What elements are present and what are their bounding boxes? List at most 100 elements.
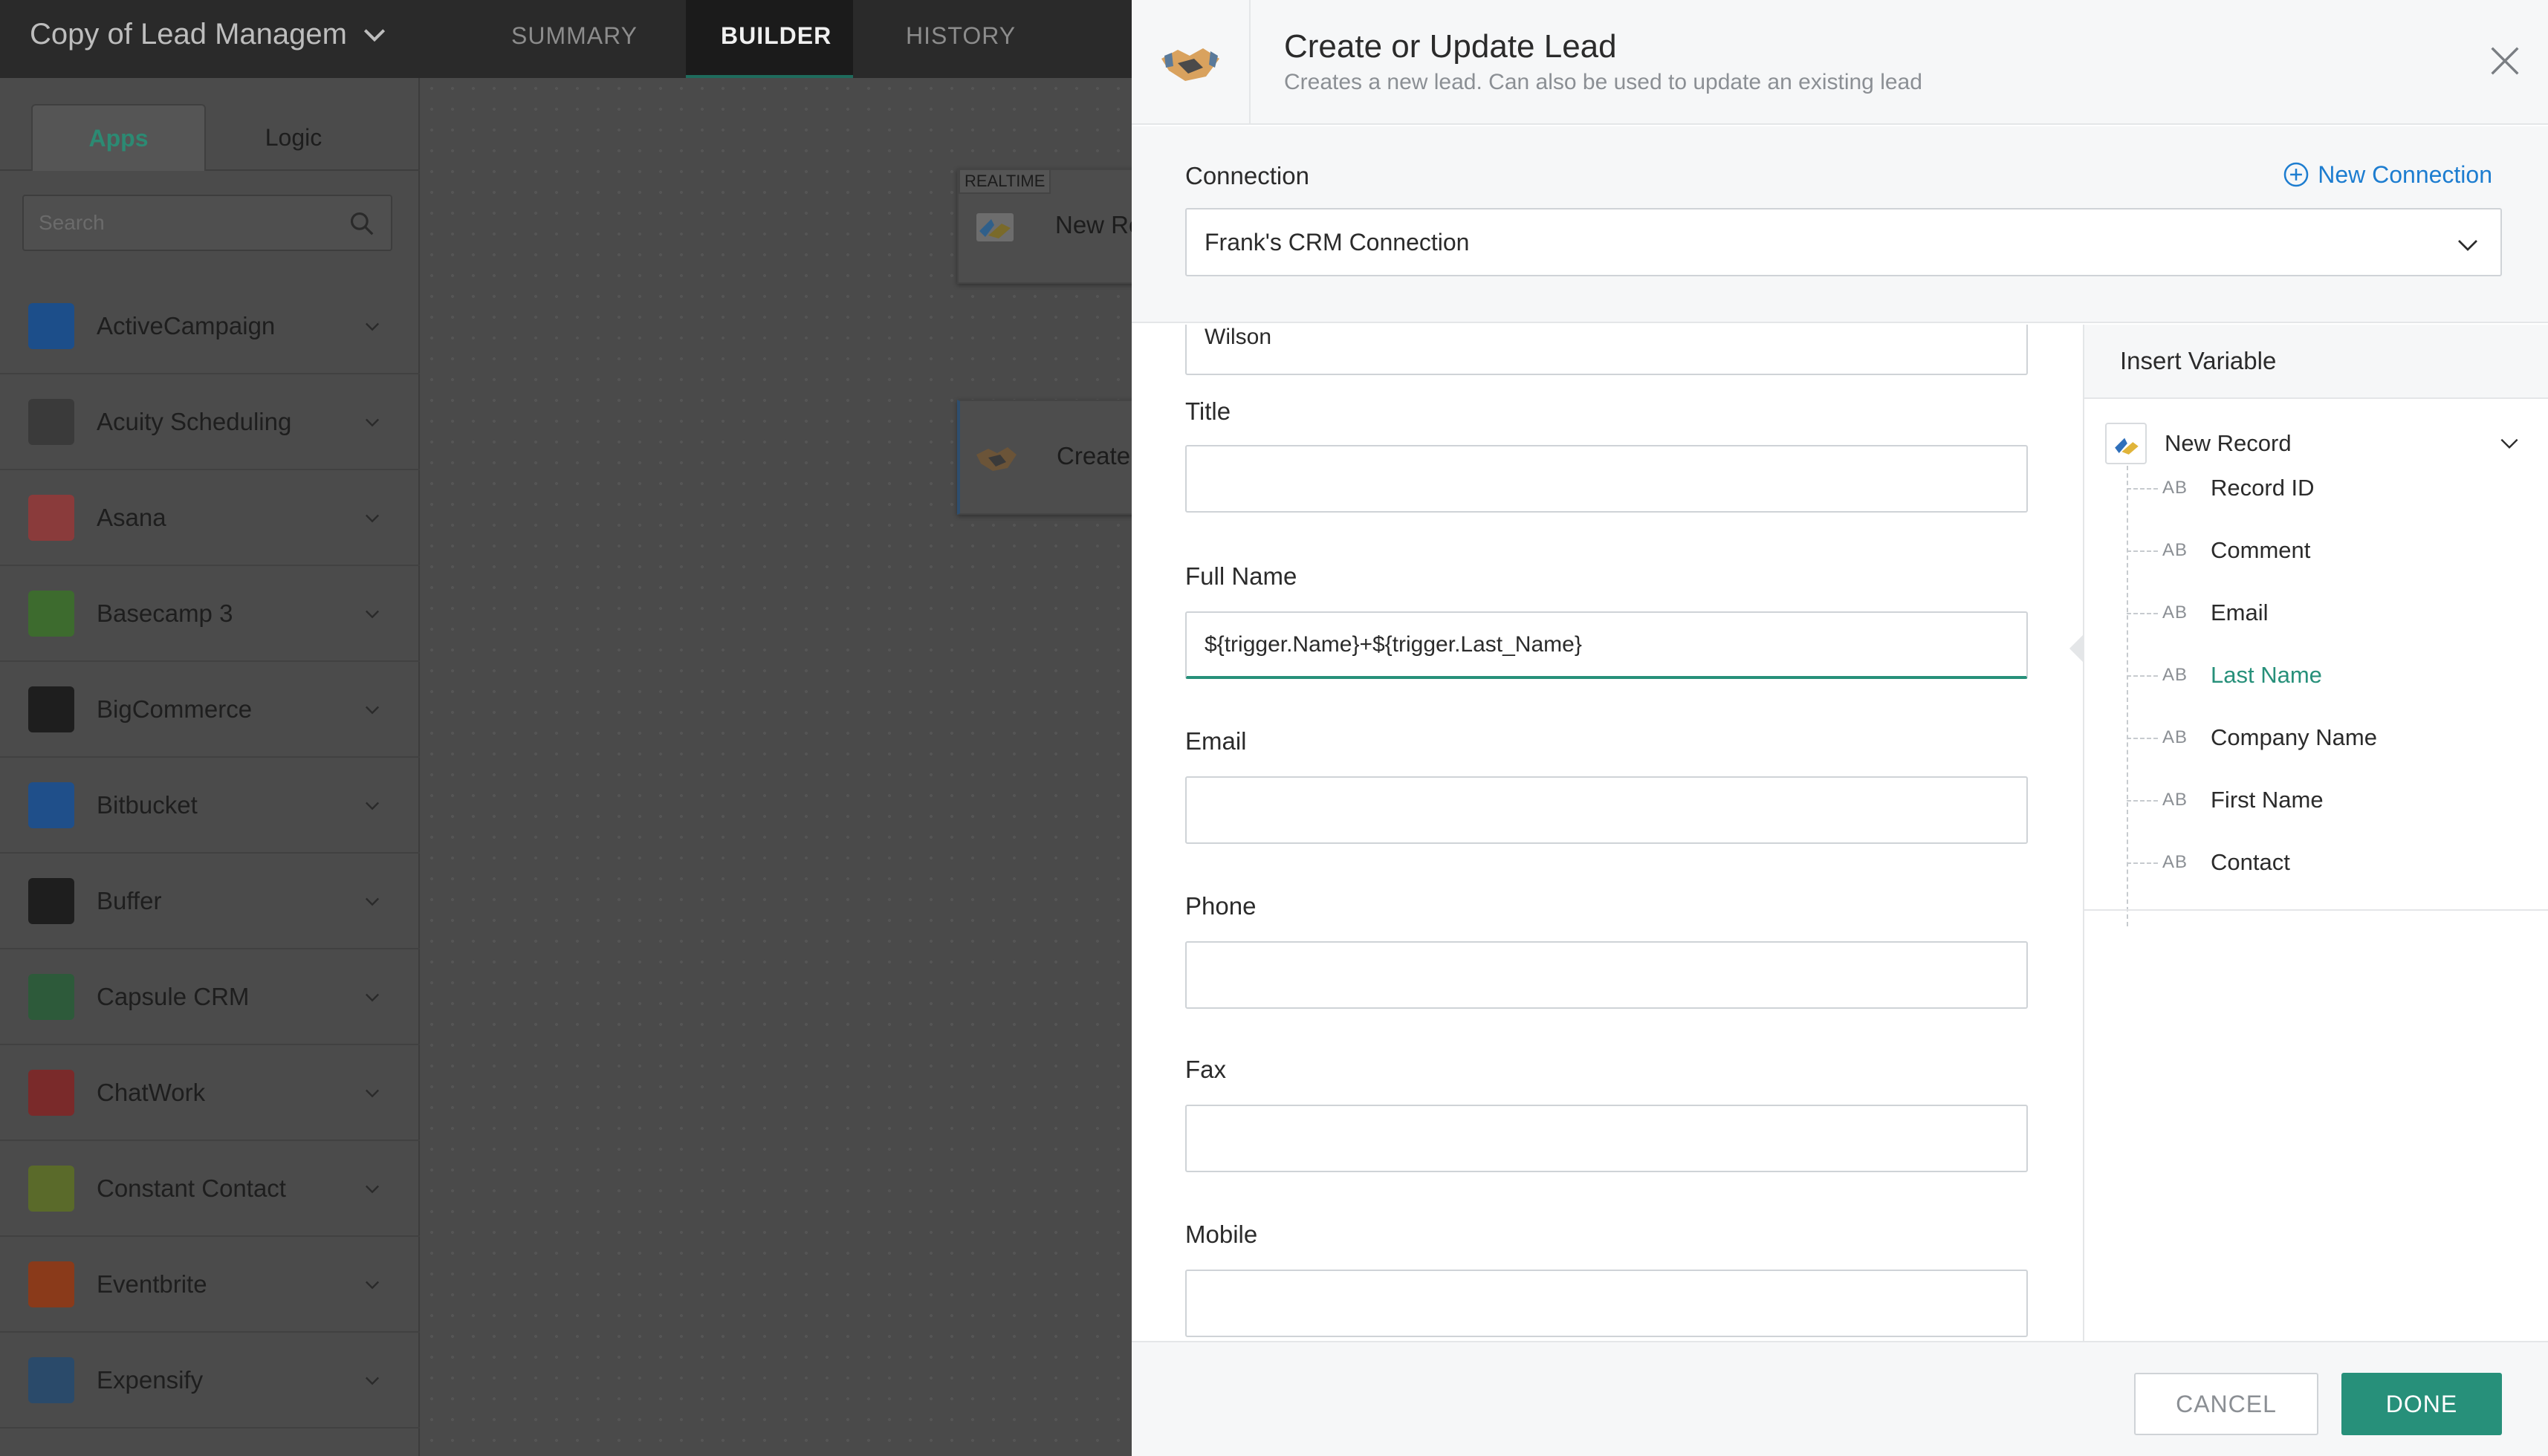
full-name-label: Full Name xyxy=(1185,562,1297,590)
text-type-icon: AB xyxy=(2162,540,2188,560)
chevron-down-icon[interactable] xyxy=(362,795,383,816)
chevron-down-icon xyxy=(2458,240,2477,251)
chevron-down-icon[interactable] xyxy=(362,603,383,624)
text-type-icon: AB xyxy=(2162,602,2188,623)
insert-variable-panel: Insert Variable New Record AB Record ID AB… xyxy=(2069,325,2548,1341)
chevron-down-icon[interactable] xyxy=(362,1274,383,1295)
tree-connector xyxy=(2127,862,2158,864)
variable-item[interactable]: AB Last Name xyxy=(2127,657,2513,695)
app-list-item[interactable]: Asana xyxy=(0,470,420,566)
variable-item[interactable]: AB Company Name xyxy=(2127,720,2513,757)
app-search-box xyxy=(22,195,392,251)
app-list-item[interactable]: Constant Contact xyxy=(0,1141,420,1237)
mobile-input[interactable] xyxy=(1185,1270,2028,1337)
tab-apps[interactable]: Apps xyxy=(31,104,206,171)
chevron-down-icon xyxy=(2500,438,2518,449)
tree-connector xyxy=(2127,738,2158,739)
app-name: Expensify xyxy=(97,1365,204,1394)
app-list-item[interactable]: Expensify xyxy=(0,1333,420,1429)
phone-input[interactable] xyxy=(1185,941,2028,1009)
chevron-down-icon[interactable] xyxy=(362,1178,383,1199)
connection-label: Connection xyxy=(1185,162,1309,189)
variable-name: Contact xyxy=(2211,849,2290,875)
new-connection-link[interactable]: New Connection xyxy=(2282,160,2492,189)
step-config-panel: Create or Update Lead Creates a new lead… xyxy=(1132,0,2548,1456)
app-list-item[interactable]: BigCommerce xyxy=(0,662,420,758)
variable-name: Comment xyxy=(2211,537,2311,563)
constantcontact-logo xyxy=(28,1165,74,1212)
app-list-item[interactable]: Capsule CRM xyxy=(0,949,420,1045)
chevron-down-icon[interactable] xyxy=(362,1370,383,1391)
cancel-button[interactable]: CANCEL xyxy=(2134,1373,2318,1435)
fax-input[interactable] xyxy=(1185,1105,2028,1172)
chevron-down-icon[interactable] xyxy=(362,891,383,911)
plus-circle-icon xyxy=(2283,162,2309,187)
app-name: Bitbucket xyxy=(97,790,198,819)
trigger-node[interactable]: REALTIME New Re xyxy=(957,169,1143,284)
connection-selected-value: Frank's CRM Connection xyxy=(1205,229,1470,256)
tab-history[interactable]: HISTORY xyxy=(906,22,1016,50)
app-list-item[interactable]: Bitbucket xyxy=(0,758,420,854)
app-list: ActiveCampaign Acuity Scheduling Asana Base… xyxy=(0,279,420,1429)
panel-title: Create or Update Lead xyxy=(1284,28,1617,65)
capsule-logo xyxy=(28,973,74,1020)
variable-item[interactable]: AB Comment xyxy=(2127,533,2513,570)
app-name: Capsule CRM xyxy=(97,982,250,1010)
app-list-item[interactable]: ChatWork xyxy=(0,1045,420,1141)
variable-item[interactable]: AB Record ID xyxy=(2127,470,2513,507)
action-node-label: Create xyxy=(1057,442,1131,469)
title-input[interactable] xyxy=(1185,445,2028,513)
text-type-icon: AB xyxy=(2162,478,2188,498)
activecampaign-logo xyxy=(28,302,74,349)
sidebar-tabs: Apps Logic xyxy=(0,104,420,171)
chevron-down-icon[interactable] xyxy=(362,412,383,432)
connection-select[interactable]: Frank's CRM Connection xyxy=(1185,208,2502,276)
chevron-down-icon[interactable] xyxy=(362,507,383,528)
close-icon[interactable] xyxy=(2486,42,2524,80)
acuity-logo xyxy=(28,398,74,445)
app-name: Acuity Scheduling xyxy=(97,407,292,435)
app-list-item[interactable]: Basecamp 3 xyxy=(0,566,420,662)
buffer-logo xyxy=(28,877,74,924)
variable-panel-pointer xyxy=(2069,635,2083,662)
app-name: ActiveCampaign xyxy=(97,311,276,339)
apps-sidebar: Apps Logic ActiveCampaign Acuity Scheduli… xyxy=(0,78,420,1456)
email-input[interactable] xyxy=(1185,776,2028,844)
full-name-input[interactable] xyxy=(1185,611,2028,679)
tab-builder[interactable]: BUILDER xyxy=(721,22,831,50)
panel-app-icon xyxy=(1132,0,1251,125)
text-type-icon: AB xyxy=(2162,665,2188,685)
previous-field-value: Wilson xyxy=(1205,325,1272,349)
app-list-item[interactable]: Acuity Scheduling xyxy=(0,374,420,470)
app-list-item[interactable]: Eventbrite xyxy=(0,1237,420,1333)
app-search-input[interactable] xyxy=(39,208,321,238)
workflow-title[interactable]: Copy of Lead Managem xyxy=(30,18,389,51)
chevron-down-icon[interactable] xyxy=(362,699,383,720)
app-name: Asana xyxy=(97,503,166,531)
variable-item[interactable]: AB Email xyxy=(2127,595,2513,632)
tab-logic[interactable]: Logic xyxy=(208,104,379,171)
app-list-item[interactable]: ActiveCampaign xyxy=(0,279,420,374)
chevron-down-icon[interactable] xyxy=(362,1082,383,1103)
variable-item[interactable]: AB First Name xyxy=(2127,782,2513,819)
chevron-down-icon[interactable] xyxy=(362,987,383,1007)
app-name: Buffer xyxy=(97,886,162,914)
app-list-item[interactable]: Buffer xyxy=(0,854,420,949)
variable-item[interactable]: AB Contact xyxy=(2127,845,2513,882)
tab-summary[interactable]: SUMMARY xyxy=(511,22,638,50)
realtime-badge: REALTIME xyxy=(959,169,1051,194)
connection-section: Connection New Connection Frank's CRM Co… xyxy=(1132,126,2548,323)
action-node[interactable]: Create xyxy=(957,400,1143,515)
tree-connector xyxy=(2127,675,2158,677)
trigger-node-label: New Re xyxy=(1055,211,1143,238)
variable-group-new-record[interactable]: New Record xyxy=(2105,421,2529,466)
search-icon[interactable] xyxy=(348,209,376,238)
email-label: Email xyxy=(1185,727,1247,755)
variable-name: Last Name xyxy=(2211,662,2322,688)
done-button[interactable]: DONE xyxy=(2341,1373,2502,1435)
app-name: Constant Contact xyxy=(97,1174,286,1202)
chevron-down-icon[interactable] xyxy=(362,316,383,337)
text-type-icon: AB xyxy=(2162,852,2188,872)
previous-field-input[interactable]: Wilson xyxy=(1185,325,2028,375)
app-name: Basecamp 3 xyxy=(97,599,233,627)
